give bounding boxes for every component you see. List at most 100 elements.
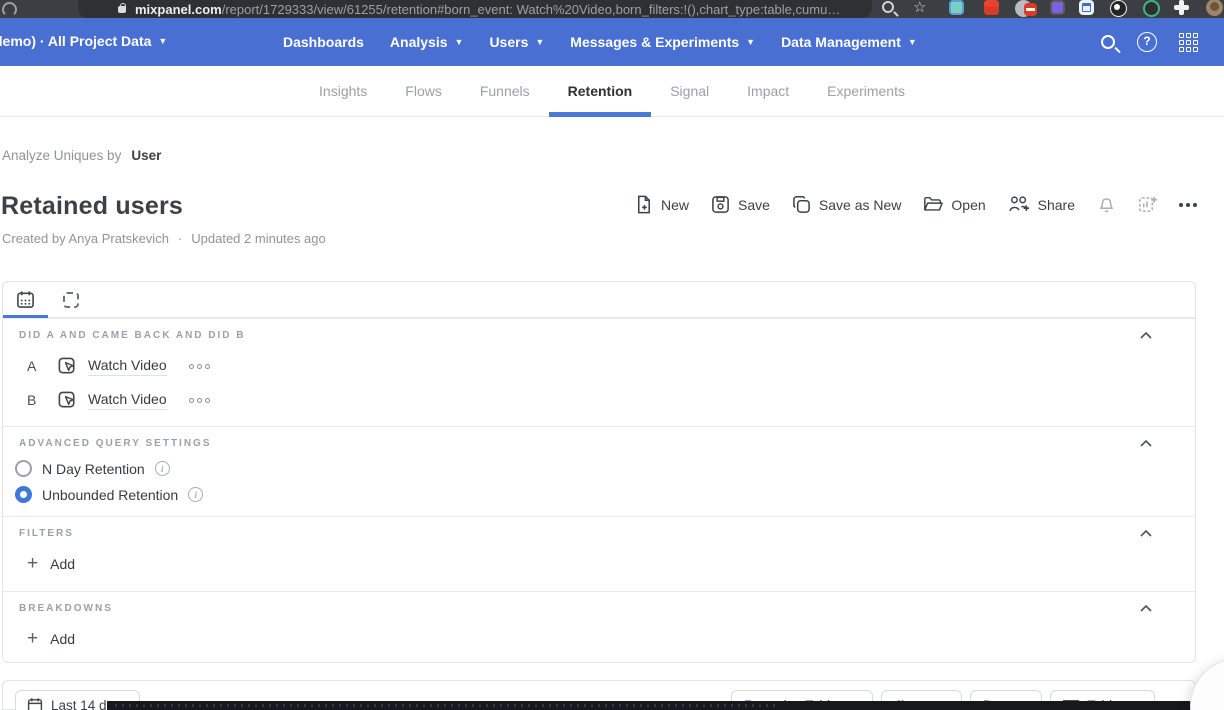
address-bar[interactable]: mixpanel.com/report/1729333/view/61255/r… bbox=[78, 0, 872, 18]
cohort-view-tab[interactable] bbox=[48, 282, 93, 318]
nav-item-label: Messages & Experiments bbox=[570, 34, 739, 50]
caret-down-icon: ▼ bbox=[908, 37, 917, 47]
filters-section-header: FILTERS bbox=[3, 517, 1195, 539]
help-fab-button[interactable] bbox=[1190, 658, 1224, 710]
caret-down-icon: ▼ bbox=[158, 36, 167, 46]
nav-item-analysis[interactable]: Analysis▼ bbox=[390, 34, 464, 50]
alerts-button[interactable] bbox=[1097, 195, 1116, 214]
save-icon bbox=[711, 195, 730, 214]
did-section: DID A AND CAME BACK AND DID B A Watch Vi… bbox=[3, 318, 1195, 426]
breakdowns-section-header: BREAKDOWNS bbox=[3, 592, 1195, 614]
option-label: N Day Retention bbox=[42, 461, 145, 477]
nav-item-dashboards[interactable]: Dashboards bbox=[283, 34, 364, 50]
profile-avatar[interactable] bbox=[1206, 0, 1223, 16]
tab-label: Retention bbox=[568, 83, 633, 99]
more-button[interactable] bbox=[1179, 203, 1197, 207]
top-navigation-bar: demo) · All Project Data ▼ Dashboards An… bbox=[0, 18, 1224, 66]
nav-item-messages-experiments[interactable]: Messages & Experiments ▼ bbox=[570, 34, 755, 50]
n-day-retention-option[interactable]: N Day Retention i bbox=[15, 460, 1195, 477]
step-label: B bbox=[27, 392, 57, 408]
nav-item-users[interactable]: Users▼ bbox=[489, 34, 544, 50]
advanced-settings-section: ADVANCED QUERY SETTINGS N Day Retention … bbox=[3, 426, 1195, 516]
save-button[interactable]: Save bbox=[711, 195, 770, 214]
help-icon[interactable]: ? bbox=[1137, 32, 1157, 52]
analyze-label: Analyze Uniques by bbox=[2, 148, 121, 163]
tab-flows[interactable]: Flows bbox=[386, 66, 461, 116]
event-icon bbox=[57, 390, 78, 411]
extension-icon[interactable] bbox=[1174, 0, 1189, 15]
add-breakdown-button[interactable]: + Add bbox=[27, 631, 1195, 647]
tab-insights[interactable]: Insights bbox=[300, 66, 386, 116]
extension-icon bbox=[1024, 3, 1037, 16]
tab-signal[interactable]: Signal bbox=[651, 66, 728, 116]
chevron-up-icon[interactable] bbox=[1139, 437, 1153, 451]
caret-down-icon: ▼ bbox=[746, 37, 755, 47]
tab-retention[interactable]: Retention bbox=[549, 66, 652, 116]
event-icon bbox=[57, 356, 78, 377]
nav-item-label: Data Management bbox=[781, 34, 901, 50]
add-to-board-button[interactable] bbox=[1138, 195, 1157, 214]
row-options-icon[interactable] bbox=[189, 398, 210, 403]
add-filter-button[interactable]: + Add bbox=[27, 556, 1195, 572]
extension-icon[interactable] bbox=[1143, 0, 1160, 17]
tab-label: Signal bbox=[670, 83, 709, 99]
event-name[interactable]: Watch Video bbox=[88, 357, 167, 376]
info-icon[interactable]: i bbox=[188, 487, 203, 502]
bell-icon bbox=[1097, 195, 1116, 214]
open-button-label: Open bbox=[951, 197, 985, 213]
chevron-up-icon[interactable] bbox=[1139, 527, 1153, 541]
search-icon[interactable] bbox=[882, 1, 894, 13]
report-title[interactable]: Retained users bbox=[1, 192, 183, 221]
url-domain: mixpanel.com bbox=[135, 2, 222, 17]
event-row-b: B Watch Video bbox=[27, 388, 1195, 412]
tab-label: Flows bbox=[405, 83, 442, 99]
url-path: /report/1729333/view/61255/retention#bor… bbox=[222, 2, 841, 17]
folder-icon bbox=[923, 195, 943, 214]
dashed-selection-icon bbox=[63, 292, 79, 308]
browser-chrome-bar: mixpanel.com/report/1729333/view/61255/r… bbox=[0, 0, 1224, 18]
add-to-board-icon bbox=[1138, 195, 1157, 214]
apps-grid-icon[interactable] bbox=[1179, 33, 1198, 52]
info-icon[interactable]: i bbox=[155, 461, 170, 476]
mixpanel-retention-screen: mixpanel.com/report/1729333/view/61255/r… bbox=[0, 0, 1224, 710]
event-name[interactable]: Watch Video bbox=[88, 391, 167, 410]
calendar-view-tab[interactable] bbox=[3, 282, 48, 318]
extension-icon[interactable] bbox=[1079, 0, 1094, 15]
unbounded-retention-option[interactable]: Unbounded Retention i bbox=[15, 486, 1195, 503]
builder-view-tabs bbox=[3, 282, 1195, 318]
tab-label: Impact bbox=[747, 83, 789, 99]
tab-funnels[interactable]: Funnels bbox=[461, 66, 549, 116]
new-button[interactable]: New bbox=[634, 195, 689, 214]
share-people-icon bbox=[1008, 195, 1030, 214]
nav-item-data-management[interactable]: Data Management ▼ bbox=[781, 34, 917, 50]
save-as-new-button[interactable]: Save as New bbox=[792, 195, 901, 214]
tab-experiments[interactable]: Experiments bbox=[808, 66, 924, 116]
add-label: Add bbox=[50, 631, 75, 647]
save-as-new-button-label: Save as New bbox=[819, 197, 901, 213]
extension-icon[interactable] bbox=[1110, 0, 1127, 17]
chevron-up-icon[interactable] bbox=[1139, 602, 1153, 616]
share-button[interactable]: Share bbox=[1008, 195, 1075, 214]
chevron-up-icon[interactable] bbox=[1139, 329, 1153, 343]
extension-icon[interactable] bbox=[984, 0, 999, 15]
nav-menu: Dashboards Analysis▼ Users▼ Messages & E… bbox=[283, 18, 917, 66]
caret-down-icon: ▼ bbox=[535, 37, 544, 47]
event-row-a: A Watch Video bbox=[27, 354, 1195, 378]
extension-icon[interactable] bbox=[949, 0, 964, 15]
filters-section: FILTERS + Add bbox=[3, 516, 1195, 591]
report-type-tabbar: Insights Flows Funnels Retention Signal … bbox=[0, 66, 1224, 117]
star-bookmark-icon[interactable]: ☆ bbox=[913, 0, 926, 16]
project-selector[interactable]: demo) · All Project Data ▼ bbox=[0, 33, 167, 49]
byline-separator: · bbox=[178, 231, 182, 246]
ellipsis-icon bbox=[1179, 203, 1197, 207]
open-button[interactable]: Open bbox=[923, 195, 985, 214]
row-options-icon[interactable] bbox=[189, 364, 210, 369]
search-icon[interactable] bbox=[1101, 35, 1115, 49]
copy-icon bbox=[792, 195, 811, 214]
analyze-entity-selector[interactable]: User bbox=[131, 148, 161, 163]
reload-icon[interactable] bbox=[2, 2, 17, 17]
tab-impact[interactable]: Impact bbox=[728, 66, 808, 116]
extension-icon[interactable] bbox=[1050, 0, 1065, 15]
nav-right-icons: ? bbox=[1101, 18, 1198, 66]
report-actions: New Save Save as New Open Share bbox=[634, 195, 1197, 214]
